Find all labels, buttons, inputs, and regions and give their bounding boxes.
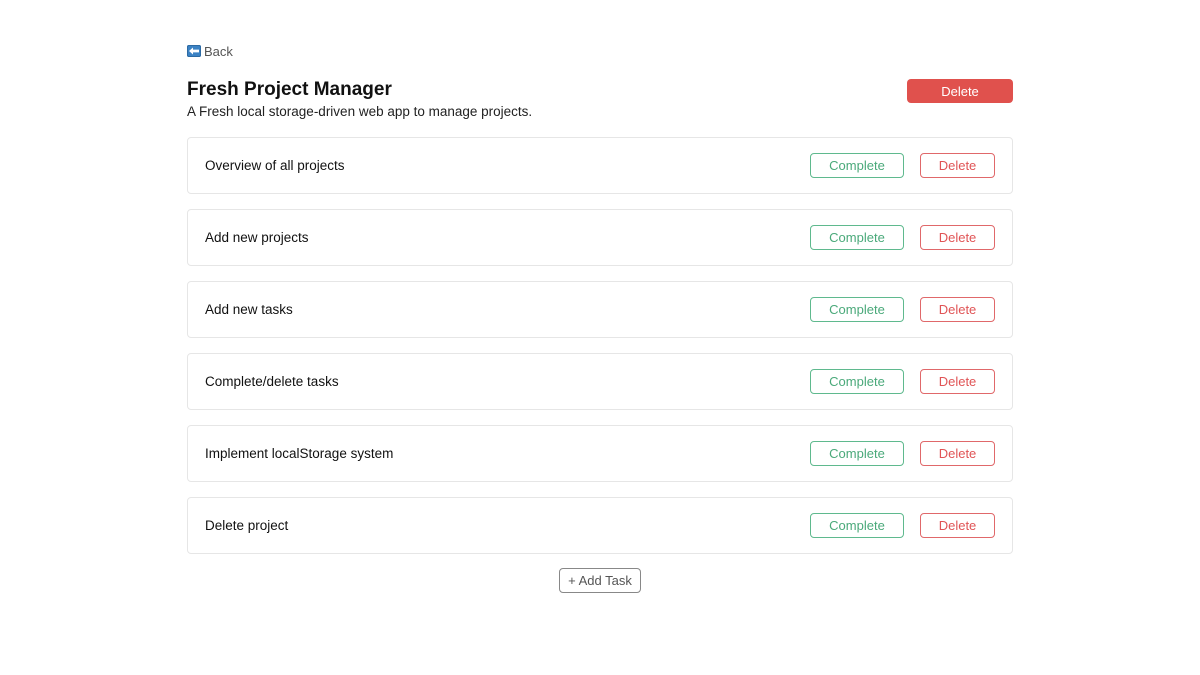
project-description: A Fresh local storage-driven web app to … <box>187 104 533 119</box>
complete-task-button[interactable]: Complete <box>810 369 904 394</box>
delete-project-button[interactable]: Delete <box>907 79 1013 103</box>
complete-task-button[interactable]: Complete <box>810 297 904 322</box>
add-task-button[interactable]: + Add Task <box>559 568 641 593</box>
task-name: Implement localStorage system <box>205 446 394 461</box>
back-label: Back <box>204 43 233 59</box>
delete-task-button[interactable]: Delete <box>920 369 995 394</box>
task-row: Complete/delete tasks Complete Delete <box>187 353 1013 410</box>
task-row: Delete project Complete Delete <box>187 497 1013 554</box>
complete-task-button[interactable]: Complete <box>810 225 904 250</box>
complete-task-button[interactable]: Complete <box>810 153 904 178</box>
delete-task-button[interactable]: Delete <box>920 513 995 538</box>
task-name: Add new tasks <box>205 302 293 317</box>
delete-task-button[interactable]: Delete <box>920 225 995 250</box>
page-title: Fresh Project Manager <box>187 79 392 100</box>
complete-task-button[interactable]: Complete <box>810 441 904 466</box>
delete-task-button[interactable]: Delete <box>920 297 995 322</box>
add-task-area: + Add Task <box>187 568 1013 593</box>
task-list: Overview of all projects Complete Delete… <box>187 137 1013 554</box>
back-arrow-icon <box>187 45 201 57</box>
complete-task-button[interactable]: Complete <box>810 513 904 538</box>
task-row: Add new tasks Complete Delete <box>187 281 1013 338</box>
back-link[interactable]: Back <box>187 42 233 60</box>
delete-task-button[interactable]: Delete <box>920 441 995 466</box>
task-name: Overview of all projects <box>205 158 345 173</box>
delete-task-button[interactable]: Delete <box>920 153 995 178</box>
task-name: Complete/delete tasks <box>205 374 339 389</box>
task-name: Delete project <box>205 518 289 533</box>
project-page: Back Fresh Project Manager A Fresh local… <box>187 42 1013 593</box>
task-row: Overview of all projects Complete Delete <box>187 137 1013 194</box>
task-name: Add new projects <box>205 230 309 245</box>
project-header: Fresh Project Manager A Fresh local stor… <box>187 77 1013 137</box>
task-row: Implement localStorage system Complete D… <box>187 425 1013 482</box>
task-row: Add new projects Complete Delete <box>187 209 1013 266</box>
